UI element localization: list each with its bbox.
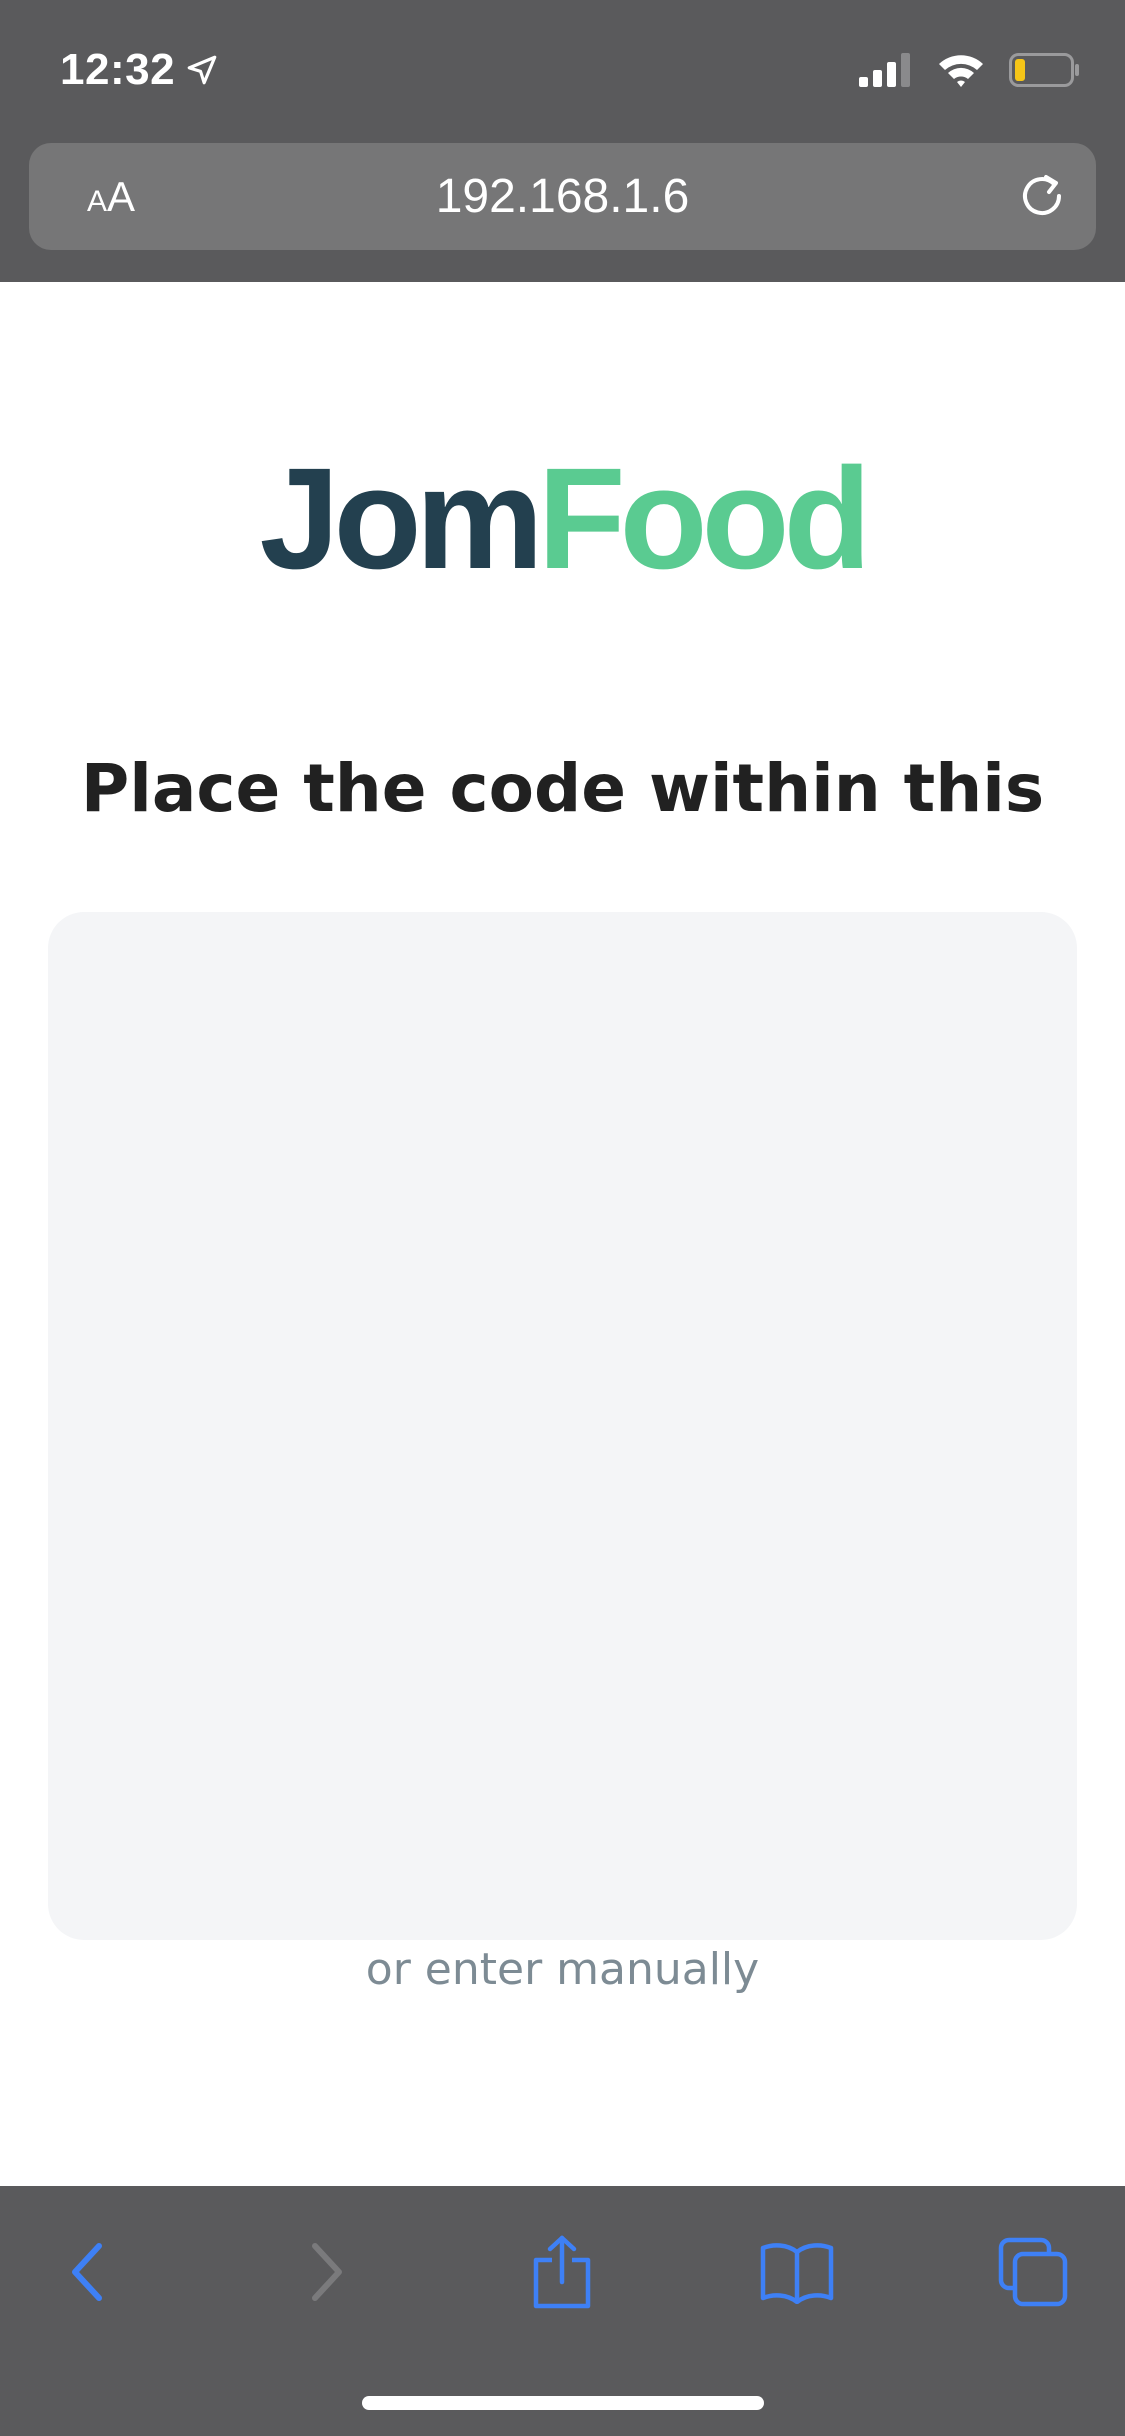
cellular-signal-icon [859, 53, 910, 87]
page-content: JomFood Place the code within this or en… [0, 282, 1125, 2186]
tabs-icon [998, 2237, 1068, 2307]
status-time-group: 12:32 [60, 40, 219, 100]
back-button[interactable] [47, 2232, 127, 2312]
home-indicator[interactable] [362, 2396, 764, 2410]
browser-bottom-toolbar [0, 2186, 1125, 2436]
bookmarks-icon [760, 2243, 834, 2304]
forward-button[interactable] [287, 2232, 367, 2312]
forward-icon [312, 2243, 342, 2301]
status-icons [859, 48, 1081, 92]
back-icon [72, 2243, 102, 2301]
logo: JomFood [0, 447, 1125, 591]
url-text[interactable]: 192.168.1.6 [29, 143, 1096, 250]
location-arrow-icon [187, 55, 217, 85]
browser-top-chrome: 12:32 A A 192.168.1.6 [0, 0, 1125, 282]
battery-level [1015, 59, 1025, 81]
wifi-icon [939, 55, 983, 87]
scan-heading: Place the code within this [80, 750, 1045, 827]
status-bar: 12:32 [0, 0, 1125, 135]
enter-manually-link[interactable]: or enter manually [0, 1944, 1125, 1995]
share-icon [533, 2235, 591, 2309]
address-bar[interactable]: A A 192.168.1.6 [29, 143, 1096, 250]
logo-part-food: Food [537, 438, 872, 599]
share-button[interactable] [522, 2232, 602, 2312]
qr-scanner-frame[interactable] [48, 912, 1077, 1940]
reload-icon[interactable] [1014, 168, 1070, 224]
bookmarks-button[interactable] [757, 2232, 837, 2312]
status-time: 12:32 [60, 45, 176, 94]
battery-low-icon [1009, 53, 1079, 87]
logo-part-jom: Jom [259, 438, 544, 599]
tabs-button[interactable] [993, 2232, 1073, 2312]
